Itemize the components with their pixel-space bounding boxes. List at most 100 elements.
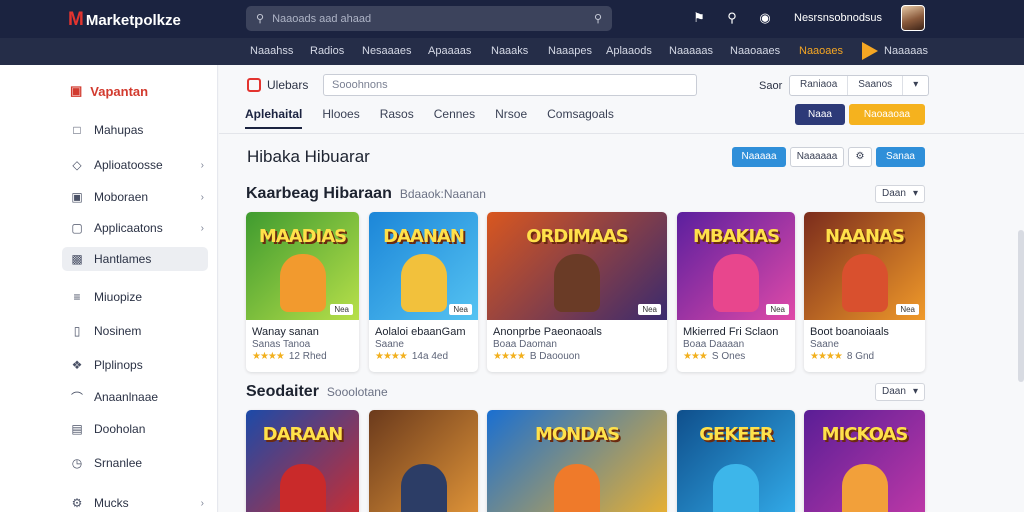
nav-item[interactable]: Naaapes [548, 45, 592, 57]
highlight-action-button[interactable]: Naoaaoaa [849, 104, 925, 125]
sub-brand[interactable]: Ulebars [247, 78, 308, 92]
nav-item[interactable]: Apaaaas [428, 45, 471, 57]
game-name[interactable]: Wanay sanan [252, 326, 319, 338]
game-card[interactable]: MICKOAS [804, 410, 925, 512]
sidebar-item-label: Hantlames [94, 252, 152, 266]
user-name[interactable]: Nesrsnsobnodsus [794, 12, 882, 24]
game-thumbnail[interactable]: GEKEER [677, 410, 795, 512]
sidebar-item[interactable]: ❖ Plplinops [62, 353, 208, 377]
game-name[interactable]: Anonprbe Paeonaoals [493, 326, 602, 338]
nav-item[interactable]: Nesaaaes [362, 45, 412, 57]
app-logo[interactable]: M Marketpolkze [68, 9, 181, 31]
chevron-right-icon[interactable]: › [201, 192, 208, 203]
sidebar-item[interactable]: ▩ Hantlames [62, 247, 208, 271]
tab[interactable]: Hlooes [322, 107, 359, 129]
search-submit-icon[interactable]: ⚲ [594, 12, 602, 25]
save-button[interactable]: Sanaa [876, 147, 925, 167]
tab[interactable]: Rasos [380, 107, 414, 129]
sort-option[interactable]: Saanos [848, 76, 904, 95]
nav-item[interactable]: Radios [310, 45, 344, 57]
game-thumbnail[interactable]: MAADIAS Nea [246, 212, 359, 320]
chevron-right-icon[interactable]: › [201, 498, 208, 509]
sidebar-item[interactable]: □ Mahupas [62, 118, 208, 142]
global-search[interactable]: ⚲ Naaoads aad ahaad ⚲ [246, 6, 612, 31]
page-title: Hibaka Hibuarar [247, 147, 370, 166]
section-heading: Seodaiter [246, 383, 319, 400]
sidebar-item[interactable]: ▤ Dooholan [62, 417, 208, 441]
game-character-art [400, 464, 447, 512]
sidebar-brand[interactable]: ▣ Vapantan [70, 83, 148, 99]
game-card[interactable]: ORDIMAAS Nea Anonprbe Paeonaoals Boaa Daoma… [487, 212, 667, 372]
game-card[interactable]: DAANAN Nea Aolaloi ebaanGam Saane ★★★★ 14a 4e… [369, 212, 478, 372]
sidebar-item[interactable]: ▢ Applicaatons › [62, 216, 208, 240]
chevron-right-icon[interactable]: › [201, 223, 208, 234]
settings-icon[interactable]: ⚙ [848, 147, 872, 167]
game-thumbnail[interactable] [369, 410, 478, 512]
dropdown-value: Daan [882, 386, 906, 397]
game-thumbnail[interactable]: DAANAN Nea [369, 212, 478, 320]
scrollbar[interactable] [1018, 230, 1024, 382]
tab[interactable]: Nrsoe [495, 107, 527, 129]
rating-count: 8 Gnd [846, 351, 875, 362]
gear-icon: ⚙ [71, 496, 83, 510]
section-title: Kaarbeag Hibaraan Bdaaok:Naanan [246, 185, 486, 203]
sidebar-item[interactable]: ◷ Srnanlee [62, 451, 208, 475]
nav-item[interactable]: Naaahss [250, 45, 293, 57]
search-icon[interactable]: ⚲ [724, 10, 740, 26]
game-card[interactable]: MAADIAS Nea Wanay sanan Sanas Tanoa ★★★★ 12 R… [246, 212, 359, 372]
nav-item[interactable]: Aplaaods [606, 45, 652, 57]
rating-count: S Ones [711, 351, 746, 362]
game-character-art [400, 254, 447, 312]
sort-option[interactable]: Raniaoa [790, 76, 849, 95]
sidebar-item[interactable]: ⌒ Anaanlnaae [62, 385, 208, 409]
sidebar-item-label: Dooholan [94, 422, 146, 436]
game-thumbnail[interactable]: NAANAS Nea [804, 212, 925, 320]
sort-segmented-control[interactable]: Raniaoa Saanos ▾ [789, 75, 930, 96]
game-thumbnail[interactable]: MONDAS [487, 410, 667, 512]
chevron-right-icon[interactable]: › [201, 160, 208, 171]
game-thumbnail[interactable]: DARAAN [246, 410, 359, 512]
primary-action-button[interactable]: Naaa [795, 104, 845, 125]
avatar[interactable] [901, 5, 925, 31]
secondary-button[interactable]: Naaaaaa [790, 147, 844, 167]
filter-search-input[interactable]: Sooohnons [323, 74, 697, 96]
sidebar-item[interactable]: ⚙ Mucks › [62, 491, 208, 512]
game-thumbnail[interactable]: ORDIMAAS Nea [487, 212, 667, 320]
game-card[interactable] [369, 410, 478, 512]
sidebar-item[interactable]: ▣ Moboraen › [62, 185, 208, 209]
new-badge: Nea [896, 304, 919, 315]
nav-item[interactable]: Naaaks [491, 45, 528, 57]
tab[interactable]: Comsagoals [547, 107, 614, 129]
game-name[interactable]: Boot boanoiaals [810, 326, 889, 338]
game-card[interactable]: GEKEER [677, 410, 795, 512]
sidebar-item[interactable]: ▯ Nosinem [62, 319, 208, 343]
image-icon: ▣ [71, 190, 83, 204]
game-card[interactable]: NAANAS Nea Boot boanoiaals Saane ★★★★ 8 Gnd [804, 212, 925, 372]
sort-dropdown-icon[interactable]: ▾ [903, 76, 928, 95]
game-name[interactable]: Mkierred Fri Sclaon [683, 326, 778, 338]
game-publisher: Saane [375, 339, 404, 350]
nav-item[interactable]: Naaoaaes [730, 45, 780, 57]
flag-icon[interactable]: ⚑ [691, 10, 707, 26]
section-sort-dropdown[interactable]: Daan ▾ [875, 383, 925, 401]
game-thumbnail[interactable]: MICKOAS [804, 410, 925, 512]
sub-brand-label: Ulebars [267, 78, 309, 92]
tab[interactable]: Cennes [434, 107, 475, 129]
notification-icon[interactable]: ◉ [757, 10, 773, 26]
nav-item[interactable]: Naaaaas [884, 45, 928, 57]
sidebar-item[interactable]: ◇ Aplioatoosse › [62, 153, 208, 177]
nav-item-active[interactable]: Naaoaes [799, 45, 843, 57]
section-sort-dropdown[interactable]: Daan ▾ [875, 185, 925, 203]
game-publisher: Boaa Daaaan [683, 339, 745, 350]
game-card[interactable]: DARAAN [246, 410, 359, 512]
rating-count: 12 Rhed [288, 351, 327, 362]
filter-button[interactable]: Naaaaa [732, 147, 786, 167]
nav-item[interactable]: Naaaaas [669, 45, 713, 57]
search-input[interactable]: Naaoads aad ahaad [272, 13, 586, 25]
game-name[interactable]: Aolaloi ebaanGam [375, 326, 466, 338]
game-thumbnail[interactable]: MBAKIAS Nea [677, 212, 795, 320]
game-card[interactable]: MONDAS [487, 410, 667, 512]
tab-applications[interactable]: Aplehaital [245, 107, 303, 129]
game-card[interactable]: MBAKIAS Nea Mkierred Fri Sclaon Boaa Daaaan… [677, 212, 795, 372]
sidebar-item[interactable]: ≡ Miuopize [62, 285, 208, 309]
